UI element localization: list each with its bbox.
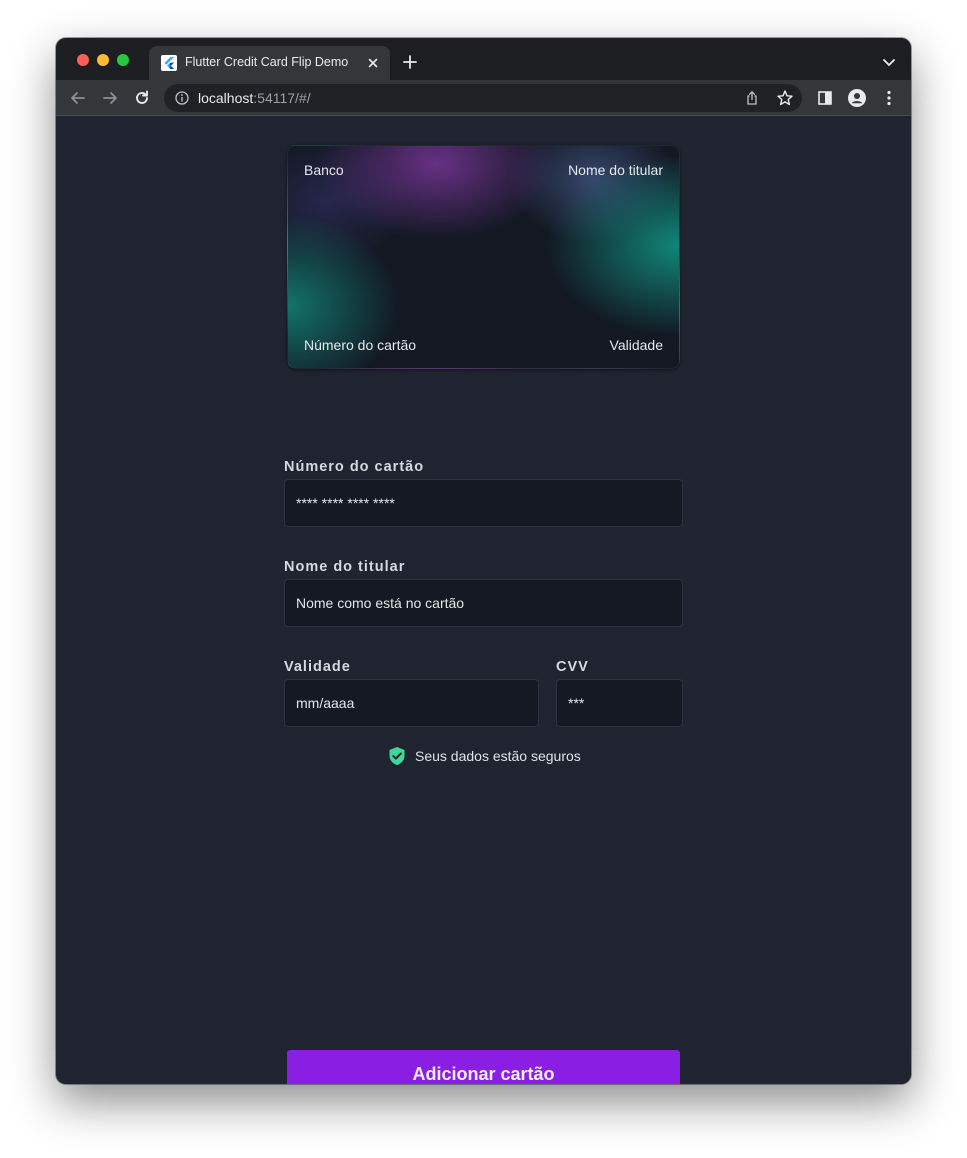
close-window-button[interactable] xyxy=(77,54,89,66)
side-panel-icon[interactable] xyxy=(815,88,835,108)
cvv-label: CVV xyxy=(556,659,589,675)
close-icon[interactable] xyxy=(365,55,381,71)
tab-title: Flutter Credit Card Flip Demo xyxy=(185,55,349,69)
address-bar[interactable]: localhost:54117/#/ xyxy=(164,84,802,112)
minimize-window-button[interactable] xyxy=(97,54,109,66)
browser-window: Flutter Credit Card Flip Demo localhost:… xyxy=(56,38,911,1084)
card-number-label: Número do cartão xyxy=(284,459,425,475)
cvv-input[interactable]: *** xyxy=(556,679,683,727)
url-host: localhost xyxy=(198,90,254,106)
card-holder-name: Nome do titular xyxy=(568,162,663,178)
kebab-menu-icon[interactable] xyxy=(879,88,899,108)
flutter-icon xyxy=(161,55,177,71)
info-icon[interactable] xyxy=(174,90,190,106)
add-card-button[interactable]: Adicionar cartão xyxy=(287,1050,680,1084)
share-icon[interactable] xyxy=(744,90,760,106)
credit-card-preview[interactable]: Banco Nome do titular Número do cartão V… xyxy=(287,145,680,369)
url-path: :54117/#/ xyxy=(253,90,311,106)
maximize-window-button[interactable] xyxy=(117,54,129,66)
new-tab-icon[interactable] xyxy=(402,54,418,70)
card-number: Número do cartão xyxy=(304,337,417,353)
card-number-input[interactable]: **** **** **** **** xyxy=(284,479,683,527)
browser-toolbar: localhost:54117/#/ xyxy=(56,80,911,116)
card-bank: Banco xyxy=(304,162,344,178)
shield-check-icon xyxy=(388,746,406,766)
security-note-text: Seus dados estão seguros xyxy=(415,748,581,764)
star-icon[interactable] xyxy=(776,89,794,107)
title-bar: Flutter Credit Card Flip Demo xyxy=(56,38,911,80)
profile-icon[interactable] xyxy=(847,88,867,108)
card-expiry: Validade xyxy=(609,337,663,353)
forward-arrow-icon[interactable] xyxy=(100,88,120,108)
back-arrow-icon[interactable] xyxy=(68,88,88,108)
url-text: localhost:54117/#/ xyxy=(198,90,311,106)
expiry-input[interactable]: mm/aaaa xyxy=(284,679,539,727)
reload-icon[interactable] xyxy=(132,88,152,108)
page-content: Banco Nome do titular Número do cartão V… xyxy=(56,117,911,1084)
expiry-label: Validade xyxy=(284,659,351,675)
holder-name-input[interactable]: Nome como está no cartão xyxy=(284,579,683,627)
browser-tab[interactable]: Flutter Credit Card Flip Demo xyxy=(149,46,390,80)
holder-name-label: Nome do titular xyxy=(284,559,406,575)
chevron-down-icon[interactable] xyxy=(882,56,896,68)
